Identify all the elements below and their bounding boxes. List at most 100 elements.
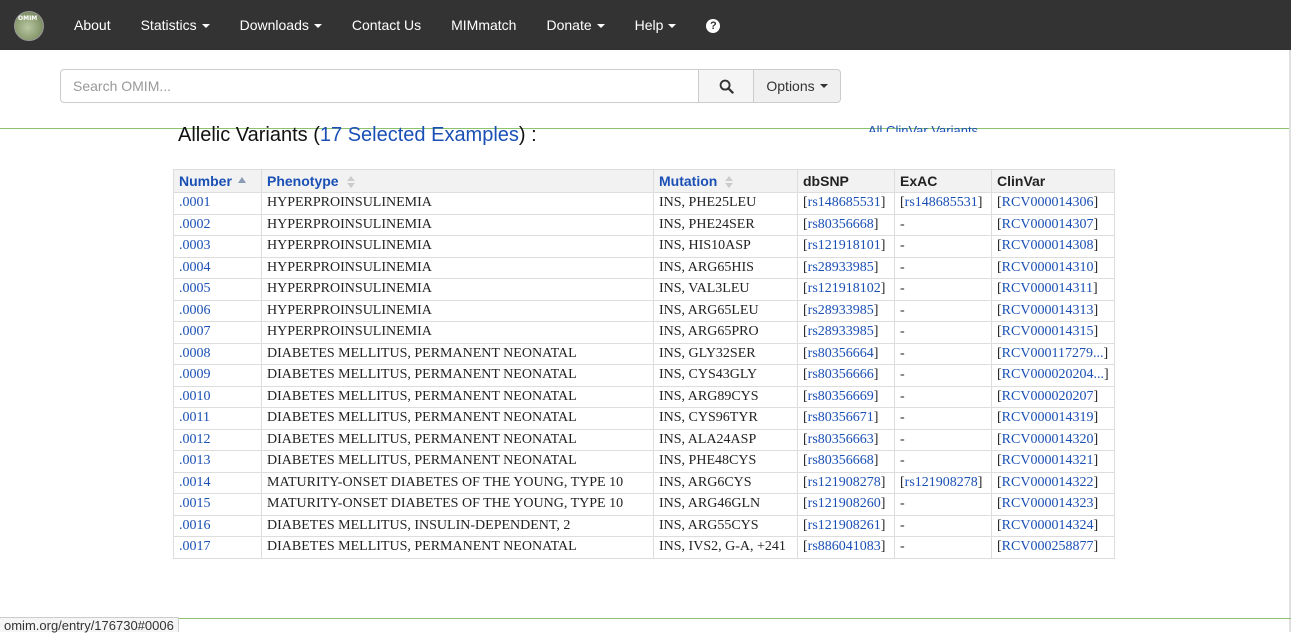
dbsnp-link[interactable]: rs886041083 [808, 539, 881, 554]
variant-number-link[interactable]: .0012 [173, 428, 262, 451]
variant-number-link[interactable]: .0015 [173, 493, 262, 516]
dbsnp-link[interactable]: rs28933985 [808, 303, 874, 318]
all-clinvar-variants-link[interactable]: All ClinVar Variants [868, 123, 978, 132]
clinvar-link[interactable]: RCV000014311 [1002, 281, 1093, 296]
dbsnp-link[interactable]: rs80356666 [808, 367, 874, 382]
phenotype-cell: DIABETES MELLITUS, INSULIN-DEPENDENT, 2 [261, 514, 654, 537]
exac-link[interactable]: rs121908278 [905, 475, 978, 490]
clinvar-cell: [RCV000014320] [991, 428, 1115, 451]
clinvar-link[interactable]: RCV000014322 [1002, 475, 1094, 490]
variant-number-link[interactable]: .0014 [173, 471, 262, 494]
dbsnp-cell: [rs80356663] [797, 428, 895, 451]
dbsnp-cell: [rs80356668] [797, 450, 895, 473]
exac-cell: - [894, 342, 992, 365]
dbsnp-link[interactable]: rs80356671 [808, 410, 874, 425]
selected-examples-link[interactable]: 17 Selected Examples [320, 124, 519, 146]
table-row: .0001 HYPERPROINSULINEMIA INS, PHE25LEU [rs… [173, 192, 1115, 215]
column-header-number[interactable]: Number [173, 169, 262, 193]
dbsnp-link[interactable]: rs121908260 [808, 496, 881, 511]
dbsnp-link[interactable]: rs28933985 [808, 260, 874, 275]
empty-value: - [900, 324, 905, 340]
search-input[interactable] [60, 69, 699, 103]
mutation-cell: INS, ARG89CYS [653, 385, 798, 408]
nav-downloads[interactable]: Downloads [225, 0, 337, 50]
empty-value: - [900, 216, 905, 232]
clinvar-link[interactable]: RCV000014308 [1002, 238, 1094, 253]
dbsnp-link[interactable]: rs80356668 [808, 217, 874, 232]
dbsnp-link[interactable]: rs121908278 [808, 475, 881, 490]
clinvar-link[interactable]: RCV000014319 [1002, 410, 1094, 425]
nav-contact-us[interactable]: Contact Us [337, 0, 436, 50]
clinvar-link[interactable]: RCV000014315 [1002, 324, 1094, 339]
mutation-cell: INS, PHE48CYS [653, 450, 798, 473]
clinvar-link[interactable]: RCV000020207 [1002, 389, 1094, 404]
variant-number-link[interactable]: .0001 [173, 192, 262, 215]
dbsnp-link[interactable]: rs121908261 [808, 518, 881, 533]
exac-cell: - [894, 364, 992, 387]
nav-statistics[interactable]: Statistics [126, 0, 225, 50]
clinvar-link[interactable]: RCV000014313 [1002, 303, 1094, 318]
clinvar-link[interactable]: RCV000014324 [1002, 518, 1094, 533]
variant-number-link[interactable]: .0016 [173, 514, 262, 537]
phenotype-cell: HYPERPROINSULINEMIA [261, 278, 654, 301]
mutation-cell: INS, CYS43GLY [653, 364, 798, 387]
search-button[interactable] [699, 69, 754, 103]
dbsnp-link[interactable]: rs80356663 [808, 432, 874, 447]
omim-logo[interactable]: OMIM [14, 11, 44, 41]
clinvar-link[interactable]: RCV000014323 [1002, 496, 1094, 511]
clinvar-cell: [RCV000014321] [991, 450, 1115, 473]
dbsnp-link[interactable]: rs121918101 [808, 238, 881, 253]
dbsnp-link[interactable]: rs80356664 [808, 346, 874, 361]
search-bar: Options [60, 69, 841, 103]
variant-number-link[interactable]: .0010 [173, 385, 262, 408]
column-header-mutation[interactable]: Mutation [653, 169, 798, 193]
column-header-exac: ExAC [894, 169, 992, 193]
variant-number-link[interactable]: .0004 [173, 256, 262, 279]
clinvar-link[interactable]: RCV000014310 [1002, 260, 1094, 275]
mutation-cell: INS, IVS2, G-A, +241 [653, 536, 798, 559]
phenotype-cell: HYPERPROINSULINEMIA [261, 192, 654, 215]
dbsnp-link[interactable]: rs121918102 [808, 281, 881, 296]
nav-donate[interactable]: Donate [531, 0, 619, 50]
table-row: .0012 DIABETES MELLITUS, PERMANENT NEONAT… [173, 428, 1115, 451]
chevron-down-icon [596, 24, 605, 29]
variant-number-link[interactable]: .0005 [173, 278, 262, 301]
clinvar-link[interactable]: RCV000020204... [1002, 367, 1104, 382]
clinvar-link[interactable]: RCV000258877 [1002, 539, 1094, 554]
nav-help[interactable]: Help [620, 0, 692, 50]
empty-value: - [900, 388, 905, 404]
variant-number-link[interactable]: .0002 [173, 213, 262, 236]
exac-cell: - [894, 256, 992, 279]
column-header-phenotype[interactable]: Phenotype [261, 169, 654, 193]
dbsnp-link[interactable]: rs28933985 [808, 324, 874, 339]
variant-number-link[interactable]: .0007 [173, 321, 262, 344]
logo-text: OMIM [18, 15, 38, 22]
options-dropdown-button[interactable]: Options [754, 69, 841, 103]
variant-number-link[interactable]: .0017 [173, 536, 262, 559]
nav-mimmatch[interactable]: MIMmatch [436, 0, 531, 50]
variant-number-link[interactable]: .0008 [173, 342, 262, 365]
empty-value: - [900, 259, 905, 275]
nav-help-icon-button[interactable]: ? [691, 0, 735, 50]
dbsnp-cell: [rs121908261] [797, 514, 895, 537]
dbsnp-link[interactable]: rs80356668 [808, 453, 874, 468]
clinvar-link[interactable]: RCV000014320 [1002, 432, 1094, 447]
dbsnp-link[interactable]: rs148685531 [808, 195, 881, 210]
exac-link[interactable]: rs148685531 [905, 195, 978, 210]
clinvar-cell: [RCV000014319] [991, 407, 1115, 430]
dbsnp-link[interactable]: rs80356669 [808, 389, 874, 404]
clinvar-link[interactable]: RCV000014306 [1002, 195, 1094, 210]
mutation-cell: INS, ARG55CYS [653, 514, 798, 537]
variant-number-link[interactable]: .0003 [173, 235, 262, 258]
clinvar-link[interactable]: RCV000117279... [1002, 346, 1104, 361]
variant-number-link[interactable]: .0011 [173, 407, 262, 430]
table-row: .0006 HYPERPROINSULINEMIA INS, ARG65LEU [rs… [173, 299, 1115, 322]
clinvar-cell: [RCV000117279...] [991, 342, 1115, 365]
nav-about[interactable]: About [59, 0, 126, 50]
clinvar-link[interactable]: RCV000014307 [1002, 217, 1094, 232]
variant-number-link[interactable]: .0009 [173, 364, 262, 387]
empty-value: - [900, 367, 905, 383]
clinvar-link[interactable]: RCV000014321 [1002, 453, 1094, 468]
variant-number-link[interactable]: .0006 [173, 299, 262, 322]
variant-number-link[interactable]: .0013 [173, 450, 262, 473]
